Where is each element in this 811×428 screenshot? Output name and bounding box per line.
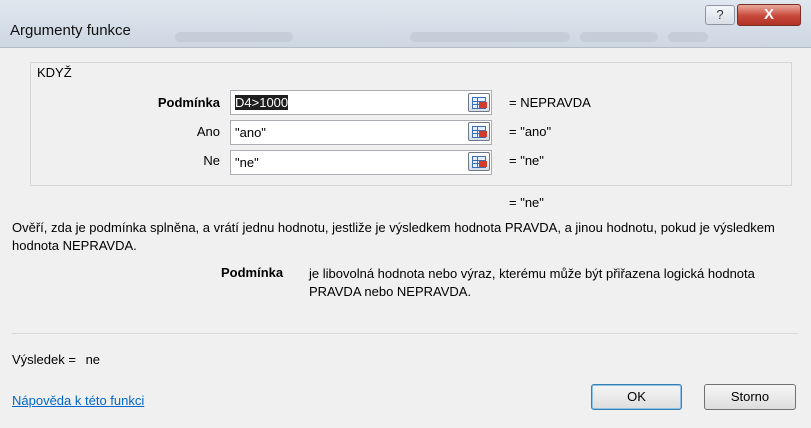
help-link[interactable]: Nápověda k této funkci: [12, 393, 144, 408]
result-label: Výsledek =: [12, 352, 76, 367]
ok-button[interactable]: OK: [591, 384, 682, 410]
arg-result-ano: = "ano": [509, 124, 552, 139]
arg-label-podminka: Podmínka: [157, 95, 220, 110]
arg-input-value: D4>1000: [235, 95, 289, 110]
close-button[interactable]: X: [737, 4, 801, 26]
collapse-dialog-button[interactable]: [468, 93, 490, 112]
background-blur: [410, 32, 570, 42]
parameter-help-text: je libovolná hodnota nebo výraz, kterému…: [309, 266, 755, 299]
title-bar: Argumenty funkce ? X: [0, 0, 811, 48]
window-title: Argumenty funkce: [10, 22, 131, 39]
background-blur: [580, 32, 658, 42]
close-icon: X: [763, 6, 774, 23]
arg-input-value: "ano": [235, 125, 266, 140]
help-icon: ?: [716, 7, 724, 22]
arg-input-ne[interactable]: "ne": [230, 150, 492, 175]
background-blur: [668, 32, 708, 42]
arg-result-ne: = "ne": [509, 153, 544, 168]
parameter-help-name: Podmínka: [221, 265, 284, 280]
function-description: Ověří, zda je podmínka splněna, a vrátí …: [12, 220, 775, 253]
cancel-button[interactable]: Storno: [704, 384, 796, 410]
divider: [12, 333, 798, 334]
background-blur: [175, 32, 293, 42]
collapse-dialog-button[interactable]: [468, 152, 490, 171]
arg-label-ano: Ano: [196, 124, 220, 139]
collapse-dialog-button[interactable]: [468, 122, 490, 141]
function-name: KDYŽ: [35, 65, 74, 80]
arg-input-value: "ne": [235, 155, 259, 170]
help-button[interactable]: ?: [705, 5, 735, 25]
formula-result: = "ne": [509, 195, 544, 210]
arg-input-ano[interactable]: "ano": [230, 120, 492, 145]
arg-label-ne: Ne: [203, 153, 220, 168]
result-line: Výsledek = ne: [12, 352, 100, 367]
arg-input-podminka[interactable]: D4>1000: [230, 90, 492, 115]
result-value: ne: [85, 352, 101, 367]
arg-result-podminka: = NEPRAVDA: [509, 95, 591, 110]
